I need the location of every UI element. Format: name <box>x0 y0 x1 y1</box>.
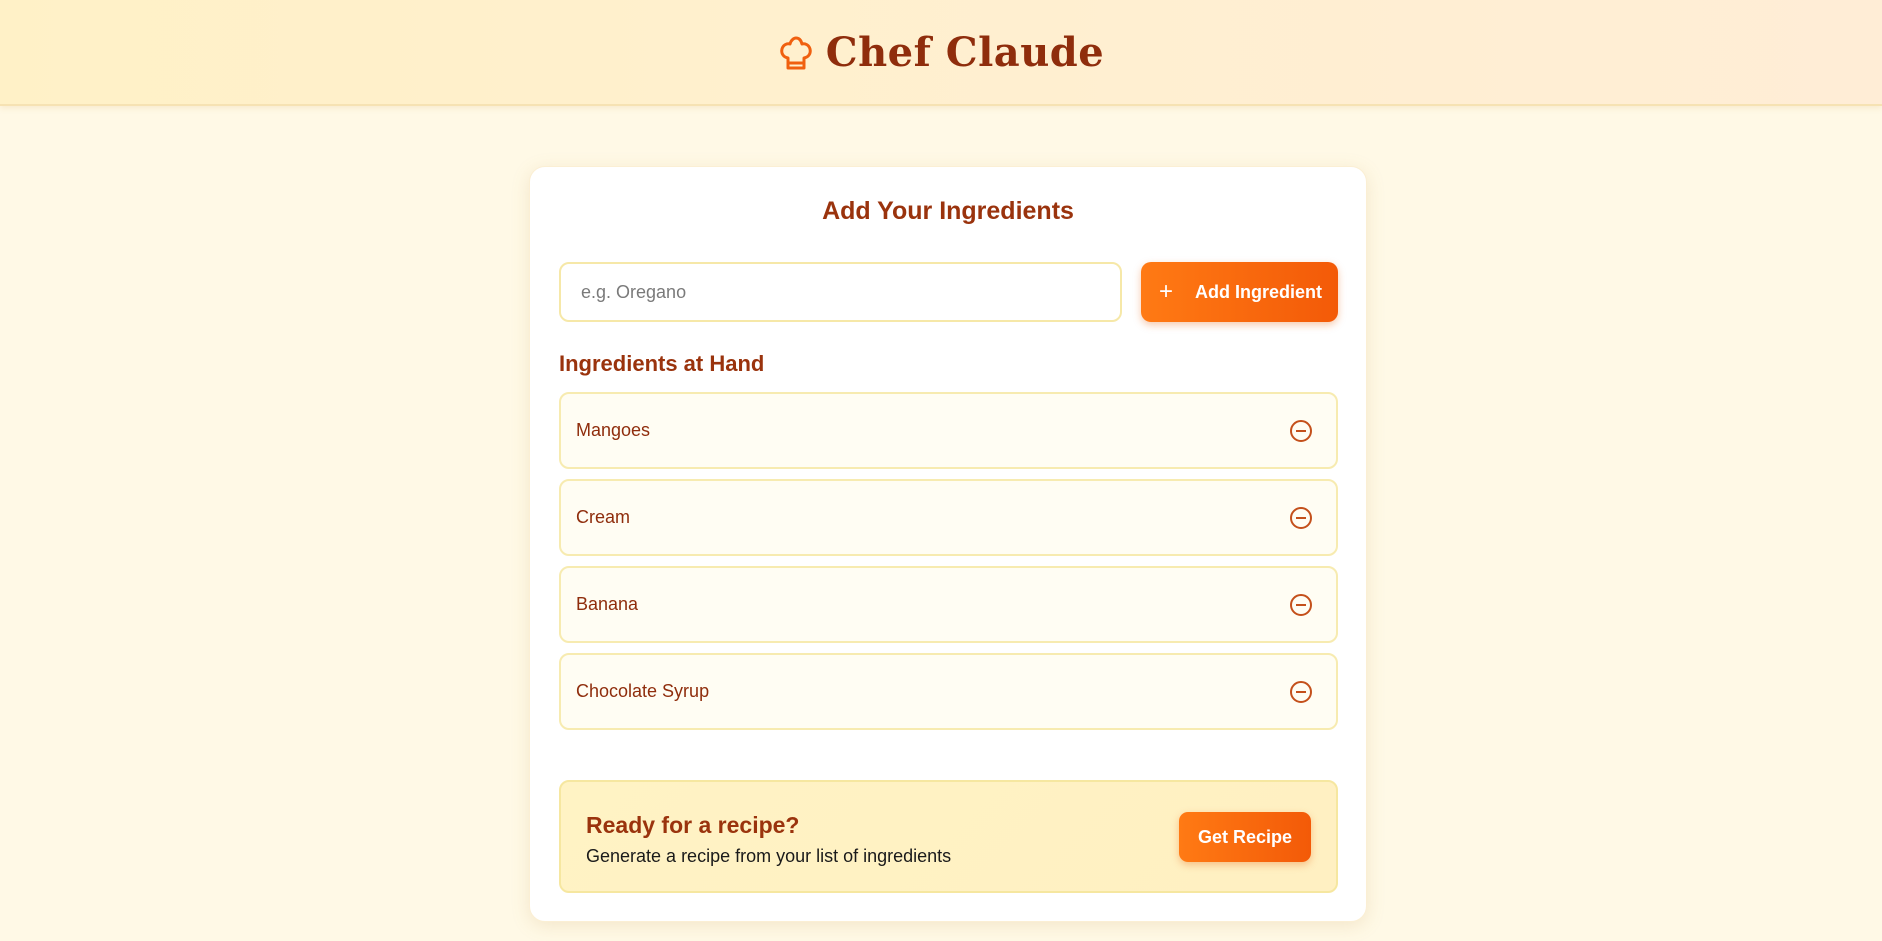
remove-ingredient-button[interactable] <box>1290 593 1312 616</box>
cta-title: Ready for a recipe? <box>586 812 800 838</box>
recipe-cta: Ready for a recipe? Generate a recipe fr… <box>559 780 1338 893</box>
add-ingredient-button[interactable]: + Add Ingredient <box>1141 262 1338 322</box>
ingredient-item: Chocolate Syrup <box>559 653 1338 730</box>
app-header: Chef Claude <box>0 0 1882 106</box>
minus-circle-icon <box>1296 690 1306 693</box>
ingredient-list: Mangoes Cream Banana Chocolate Syrup <box>559 392 1338 740</box>
ingredients-title: Ingredients at Hand <box>559 351 765 376</box>
form-title: Add Your Ingredients <box>822 197 1074 225</box>
ingredient-name: Mangoes <box>576 420 651 440</box>
plus-icon: + <box>1159 278 1174 305</box>
remove-ingredient-button[interactable] <box>1290 506 1312 529</box>
ingredient-item: Banana <box>559 566 1338 643</box>
get-recipe-button[interactable]: Get Recipe <box>1179 812 1311 862</box>
chef-hat-icon <box>778 35 814 73</box>
ingredient-name: Banana <box>576 594 639 614</box>
ingredients-card: Add Your Ingredients + Add Ingredient In… <box>529 166 1367 922</box>
app-title: Chef Claude <box>825 28 1105 76</box>
ingredient-name: Chocolate Syrup <box>576 681 710 701</box>
ingredient-input[interactable] <box>559 262 1122 322</box>
add-ingredient-label: Add Ingredient <box>1195 281 1323 302</box>
ingredient-item: Mangoes <box>559 392 1338 469</box>
minus-circle-icon <box>1296 603 1306 606</box>
ingredient-name: Cream <box>576 507 631 527</box>
remove-ingredient-button[interactable] <box>1290 680 1312 703</box>
minus-circle-icon <box>1296 516 1306 519</box>
minus-circle-icon <box>1296 429 1306 432</box>
remove-ingredient-button[interactable] <box>1290 419 1312 442</box>
cta-subtitle: Generate a recipe from your list of ingr… <box>586 846 952 866</box>
ingredient-item: Cream <box>559 479 1338 556</box>
